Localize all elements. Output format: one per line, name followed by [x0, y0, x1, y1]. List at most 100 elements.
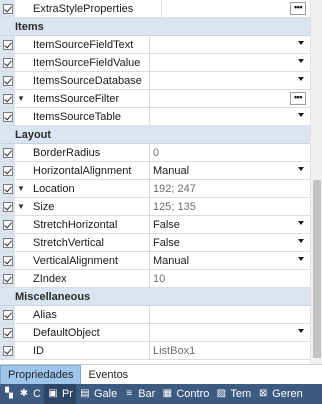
- property-name: BorderRadius: [27, 144, 150, 161]
- checkbox-icon[interactable]: [2, 255, 13, 266]
- property-name: Alias: [27, 306, 150, 323]
- taskbar-item-database[interactable]: ≡ Bar: [120, 384, 158, 404]
- property-name: ItemSourceFieldText: [27, 36, 150, 53]
- property-value[interactable]: False: [150, 216, 310, 233]
- property-value[interactable]: [150, 54, 310, 71]
- checkbox-icon[interactable]: [2, 345, 13, 356]
- dropdown-arrow-icon[interactable]: [298, 59, 304, 63]
- property-row-zindex[interactable]: ZIndex 10: [0, 270, 310, 288]
- bottom-panel-bar: ▚ ✱ C ▣ Pr ▤ Gale ≡ Bar ▦ Contro ▨ Tem ⊠ Geren: [0, 384, 322, 404]
- checkbox-icon[interactable]: [2, 147, 13, 158]
- property-row-extrastyleproperties[interactable]: ExtraStyleProperties •••: [0, 0, 310, 18]
- checkbox-icon[interactable]: [2, 273, 13, 284]
- scrollbar-thumb[interactable]: [313, 180, 321, 358]
- property-row-location[interactable]: ▼ Location 192; 247: [0, 180, 310, 198]
- checkbox-icon[interactable]: [2, 39, 13, 50]
- property-value[interactable]: Manual: [150, 252, 310, 269]
- property-value[interactable]: 192; 247: [150, 180, 310, 197]
- property-value[interactable]: [150, 72, 310, 89]
- property-row-stretchvertical[interactable]: StretchVertical False: [0, 234, 310, 252]
- property-name: StretchVertical: [27, 234, 150, 251]
- property-row-horizontalalignment[interactable]: HorizontalAlignment Manual: [0, 162, 310, 180]
- property-name: StretchHorizontal: [27, 216, 150, 233]
- taskbar-item-controls[interactable]: ▦ Contro: [158, 384, 212, 404]
- property-name: ItemSourceFieldValue: [27, 54, 150, 71]
- property-value[interactable]: •••: [150, 90, 310, 107]
- taskbar-item-templates[interactable]: ▨ Tem: [212, 384, 254, 404]
- gallery-icon: ▤: [80, 388, 90, 399]
- checkbox-icon[interactable]: [2, 219, 13, 230]
- dropdown-arrow-icon[interactable]: [298, 167, 304, 171]
- taskbar-item-gallery[interactable]: ▤ Gale: [76, 384, 120, 404]
- expand-arrow-icon[interactable]: ▼: [15, 94, 27, 103]
- dropdown-arrow-icon[interactable]: [298, 239, 304, 243]
- checkbox-icon[interactable]: [2, 111, 13, 122]
- checkbox-icon[interactable]: [2, 165, 13, 176]
- property-name: HorizontalAlignment: [27, 162, 150, 179]
- property-row-defaultobject[interactable]: DefaultObject: [0, 324, 310, 342]
- property-grid: ExtraStyleProperties ••• Items ItemSourc…: [0, 0, 310, 364]
- category-items[interactable]: Items: [0, 18, 310, 36]
- property-row-itemssourcedatabase[interactable]: ItemsSourceDatabase: [0, 72, 310, 90]
- checkbox-icon[interactable]: [2, 327, 13, 338]
- property-name: Size: [27, 198, 150, 215]
- property-name: DefaultObject: [27, 324, 150, 341]
- property-value[interactable]: ListBox1: [150, 342, 310, 359]
- properties-icon: ▣: [48, 388, 58, 399]
- property-row-stretchhorizontal[interactable]: StretchHorizontal False: [0, 216, 310, 234]
- property-value[interactable]: Manual: [150, 162, 310, 179]
- dropdown-arrow-icon[interactable]: [298, 329, 304, 333]
- property-row-size[interactable]: ▼ Size 125; 135: [0, 198, 310, 216]
- property-name: ID: [27, 342, 150, 359]
- taskbar-item-c[interactable]: ▚ ✱ C: [0, 384, 44, 404]
- property-value[interactable]: [150, 324, 310, 341]
- checkbox-icon[interactable]: [2, 3, 13, 14]
- property-row-itemssourcefilter[interactable]: ▼ ItemsSourceFilter •••: [0, 90, 310, 108]
- checkbox-icon[interactable]: [2, 93, 13, 104]
- property-value[interactable]: 0: [150, 144, 310, 161]
- property-row-alias[interactable]: Alias: [0, 306, 310, 324]
- checkbox-icon[interactable]: [2, 57, 13, 68]
- vertical-scrollbar[interactable]: [310, 0, 322, 364]
- property-value[interactable]: False: [150, 234, 310, 251]
- ellipsis-button[interactable]: •••: [290, 92, 306, 105]
- checkbox-icon[interactable]: [2, 75, 13, 86]
- controls-icon: ▦: [162, 388, 173, 399]
- dropdown-arrow-icon[interactable]: [298, 113, 304, 117]
- property-row-id[interactable]: ID ListBox1: [0, 342, 310, 360]
- dropdown-arrow-icon[interactable]: [298, 257, 304, 261]
- expand-arrow-icon[interactable]: ▼: [15, 184, 27, 193]
- expand-arrow-icon[interactable]: ▼: [15, 202, 27, 211]
- property-value[interactable]: 125; 135: [150, 198, 310, 215]
- property-value[interactable]: [150, 108, 310, 125]
- property-name: Location: [27, 180, 150, 197]
- puzzle-icon: ▚: [5, 388, 13, 399]
- property-row-itemssourcetable[interactable]: ItemsSourceTable: [0, 108, 310, 126]
- category-layout[interactable]: Layout: [0, 126, 310, 144]
- database-icon: ≡: [126, 388, 133, 399]
- checkbox-icon[interactable]: [2, 237, 13, 248]
- tab-eventos[interactable]: Eventos: [81, 365, 135, 384]
- property-row-borderradius[interactable]: BorderRadius 0: [0, 144, 310, 162]
- ellipsis-button[interactable]: •••: [290, 2, 306, 15]
- property-name: ItemsSourceDatabase: [27, 72, 150, 89]
- checkbox-icon[interactable]: [2, 309, 13, 320]
- property-name: ItemsSourceTable: [27, 108, 150, 125]
- property-value[interactable]: [150, 36, 310, 53]
- property-value[interactable]: [150, 306, 310, 323]
- taskbar-item-manager[interactable]: ⊠ Geren: [254, 384, 306, 404]
- property-value[interactable]: 10: [150, 270, 310, 287]
- dropdown-arrow-icon[interactable]: [298, 221, 304, 225]
- property-row-itemsourcefieldtext[interactable]: ItemSourceFieldText: [0, 36, 310, 54]
- category-miscellaneous[interactable]: Miscellaneous: [0, 288, 310, 306]
- dropdown-arrow-icon[interactable]: [298, 41, 304, 45]
- taskbar-item-properties[interactable]: ▣ Pr: [43, 384, 76, 404]
- panel-tabs: Propriedades Eventos: [0, 364, 322, 384]
- dropdown-arrow-icon[interactable]: [298, 77, 304, 81]
- checkbox-icon[interactable]: [2, 183, 13, 194]
- property-row-verticalalignment[interactable]: VerticalAlignment Manual: [0, 252, 310, 270]
- tab-propriedades[interactable]: Propriedades: [0, 365, 82, 384]
- checkbox-icon[interactable]: [2, 201, 13, 212]
- property-value[interactable]: •••: [162, 0, 310, 17]
- property-row-itemsourcefieldvalue[interactable]: ItemSourceFieldValue: [0, 54, 310, 72]
